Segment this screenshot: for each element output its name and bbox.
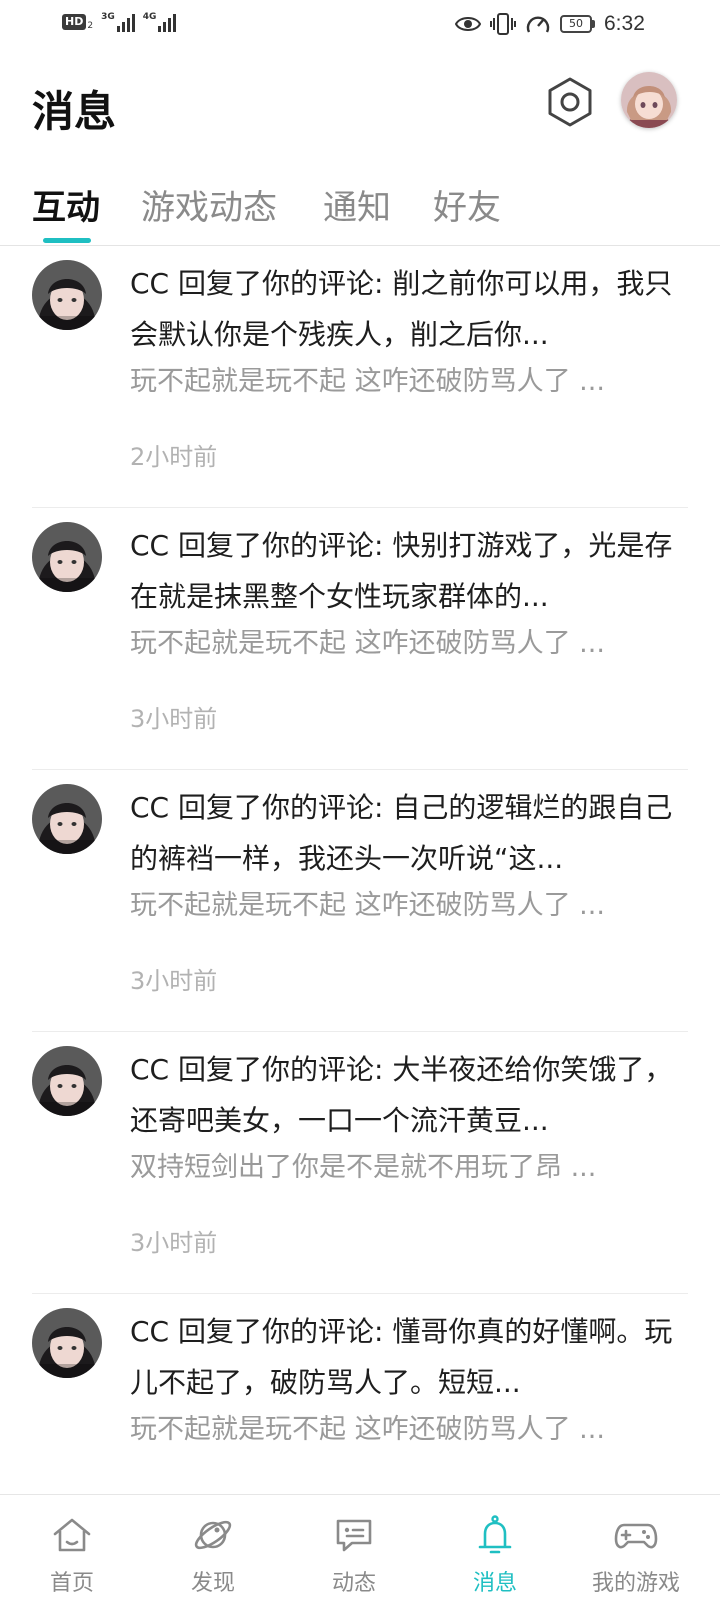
girl-photo-avatar — [32, 784, 102, 854]
vibrate-icon — [490, 13, 516, 35]
nav-messages[interactable]: 消息 — [423, 1495, 567, 1600]
reply-text: CC 回复了你的评论: 快别打游戏了，光是存在就是抹黑整个女性玩家群体的... — [130, 529, 673, 613]
settings-button[interactable] — [546, 76, 594, 128]
timestamp: 2小时前 — [130, 443, 218, 471]
girl-photo-avatar — [32, 260, 102, 330]
nav-label: 消息 — [472, 1571, 517, 1596]
reply-text: CC 回复了你的评论: 自己的逻辑烂的跟自己的裤裆一样，我还头一次听说“这... — [130, 791, 673, 875]
chat-bubble-icon — [336, 1519, 372, 1552]
girl-photo-avatar — [32, 1046, 102, 1116]
quoted-comment: 玩不起就是玩不起 这咋还破防骂人了 ... — [130, 628, 605, 659]
reply-text: CC 回复了你的评论: 懂哥你真的好懂啊。玩儿不起了，破防骂人了。短短... — [130, 1315, 673, 1399]
quoted-comment: 玩不起就是玩不起 这咋还破防骂人了 ... — [130, 890, 605, 921]
sender-avatar[interactable] — [32, 1046, 102, 1116]
message-content[interactable]: CC 回复了你的评论: 懂哥你真的好懂啊。玩儿不起了，破防骂人了。短短... 玩… — [130, 1306, 682, 1485]
list-item[interactable]: CC 回复了你的评论: 自己的逻辑烂的跟自己的裤裆一样，我还头一次听说“这...… — [0, 770, 720, 1032]
message-content[interactable]: CC 回复了你的评论: 削之前你可以用，我只会默认你是个残疾人，削之后你... … — [130, 258, 682, 472]
home-icon — [53, 1518, 91, 1552]
nav-label: 发现 — [190, 1571, 235, 1596]
status-bar: HD 2 3G 4G 50 6:32 — [0, 0, 720, 50]
active-tab-indicator — [43, 238, 91, 243]
bottom-nav: 首页 发现 动态 消息 我的游戏 — [0, 1494, 720, 1600]
speed-gauge-icon — [526, 16, 550, 33]
status-time: 6:32 — [604, 12, 645, 35]
hd-sub-label: 2 — [87, 21, 94, 31]
timestamp: 3小时前 — [130, 967, 218, 995]
sender-avatar[interactable] — [32, 1308, 102, 1378]
tab-bar: 互动 游戏动态 通知 好友 — [0, 176, 720, 246]
hd-voice-indicator: HD 2 — [62, 13, 93, 31]
page-title: 消息 — [32, 87, 117, 136]
tab-interactions[interactable]: 互动 — [32, 180, 100, 229]
status-left: HD 2 3G 4G — [62, 12, 177, 32]
hd-label: HD — [62, 14, 87, 30]
tab-game-activity[interactable]: 游戏动态 — [141, 180, 277, 229]
nav-label: 首页 — [49, 1571, 94, 1596]
user-avatar-button[interactable] — [621, 72, 677, 128]
quoted-comment: 玩不起就是玩不起 这咋还破防骂人了 ... — [130, 366, 605, 397]
reply-text: CC 回复了你的评论: 削之前你可以用，我只会默认你是个残疾人，削之后你... — [130, 267, 673, 351]
reply-text: CC 回复了你的评论: 大半夜还给你笑饿了，还寄吧美女，一口一个流汗黄豆... — [130, 1053, 673, 1137]
signal-3g-icon: 3G — [101, 12, 135, 32]
quoted-comment: 玩不起就是玩不起 这咋还破防骂人了 ... — [130, 1414, 605, 1445]
nav-label: 我的游戏 — [591, 1571, 680, 1596]
nav-home[interactable]: 首页 — [0, 1495, 144, 1600]
message-list[interactable]: CC 回复了你的评论: 削之前你可以用，我只会默认你是个残疾人，削之后你... … — [0, 246, 720, 1494]
anime-girl-avatar — [621, 72, 677, 128]
sender-avatar[interactable] — [32, 260, 102, 330]
tab-notifications[interactable]: 通知 — [323, 180, 391, 229]
nav-label: 动态 — [331, 1571, 376, 1596]
list-item[interactable]: CC 回复了你的评论: 削之前你可以用，我只会默认你是个残疾人，削之后你... … — [0, 246, 720, 508]
gamepad-icon — [614, 1523, 658, 1549]
sender-avatar[interactable] — [32, 522, 102, 592]
message-content[interactable]: CC 回复了你的评论: 自己的逻辑烂的跟自己的裤裆一样，我还头一次听说“这...… — [130, 782, 682, 996]
list-item[interactable]: CC 回复了你的评论: 大半夜还给你笑饿了，还寄吧美女，一口一个流汗黄豆... … — [0, 1032, 720, 1294]
girl-photo-avatar — [32, 522, 102, 592]
nav-my-games[interactable]: 我的游戏 — [564, 1495, 708, 1600]
net-label-4g: 4G — [142, 12, 157, 22]
girl-photo-avatar — [32, 1308, 102, 1378]
list-item[interactable]: CC 回复了你的评论: 快别打游戏了，光是存在就是抹黑整个女性玩家群体的... … — [0, 508, 720, 770]
quoted-comment: 双持短剑出了你是不是就不用玩了昂 ... — [130, 1152, 597, 1183]
net-label-3g: 3G — [101, 12, 115, 22]
timestamp: 3小时前 — [130, 1229, 218, 1257]
tab-friends[interactable]: 好友 — [433, 180, 501, 229]
list-item[interactable]: CC 回复了你的评论: 懂哥你真的好懂啊。玩儿不起了，破防骂人了。短短... 玩… — [0, 1294, 720, 1494]
timestamp: 3小时前 — [130, 705, 218, 733]
settings-hexagon-icon — [548, 77, 592, 127]
battery-icon: 50 — [560, 15, 595, 33]
sender-avatar[interactable] — [32, 784, 102, 854]
signal-4g-icon: 4G — [143, 12, 177, 32]
nav-feed[interactable]: 动态 — [282, 1495, 426, 1600]
message-content[interactable]: CC 回复了你的评论: 快别打游戏了，光是存在就是抹黑整个女性玩家群体的... … — [130, 520, 682, 734]
bell-icon — [478, 1515, 512, 1554]
eye-icon — [455, 17, 481, 31]
nav-discover[interactable]: 发现 — [141, 1495, 285, 1600]
status-right: 50 6:32 — [455, 12, 645, 36]
battery-level: 50 — [560, 15, 592, 33]
message-content[interactable]: CC 回复了你的评论: 大半夜还给你笑饿了，还寄吧美女，一口一个流汗黄豆... … — [130, 1044, 682, 1258]
planet-icon — [194, 1520, 232, 1550]
page-header: 消息 — [0, 62, 720, 152]
